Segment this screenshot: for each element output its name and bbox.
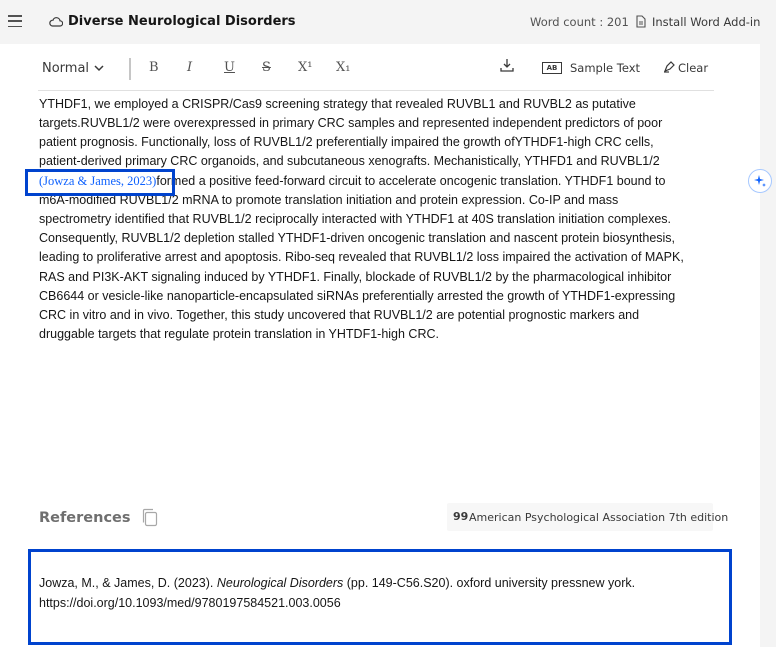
paragraph-style-select[interactable]: Normal bbox=[42, 61, 89, 76]
editor-line: CRC in vitro and in vivo. Together, this… bbox=[39, 308, 640, 322]
subscript-button[interactable]: X₁ bbox=[336, 60, 350, 75]
toolbar-divider bbox=[129, 58, 131, 80]
word-document-icon bbox=[636, 15, 646, 28]
citation-style-label: American Psychological Association 7th e… bbox=[469, 511, 729, 524]
reference-entry[interactable]: Jowza, M., & James, D. (2023). Neurologi… bbox=[39, 574, 729, 613]
sample-text-icon[interactable]: AB bbox=[542, 62, 562, 74]
reference-book-title: Neurological Disorders bbox=[216, 576, 344, 590]
editor-line: RAS and PI3K-AKT signaling induced by YT… bbox=[39, 270, 672, 284]
cloud-icon bbox=[49, 17, 63, 27]
editor-line: patient prognosis. Functionally, loss of… bbox=[39, 135, 654, 149]
sample-text-button[interactable]: Sample Text bbox=[570, 61, 640, 75]
editor-line: YTHDF1, we employed a CRISPR/Cas9 screen… bbox=[39, 97, 636, 111]
editor-line: spectrometry identified that RUVBL1/2 re… bbox=[39, 212, 672, 226]
editor-line: Consequently, RUVBL1/2 depletion stalled… bbox=[39, 231, 676, 245]
strikethrough-button[interactable]: S bbox=[262, 60, 271, 75]
ai-assistant-button[interactable] bbox=[748, 169, 772, 193]
editor-line: targets.RUVBL1/2 were overexpressed in p… bbox=[39, 116, 663, 130]
clear-button[interactable]: Clear bbox=[678, 61, 708, 75]
reference-line-1: Jowza, M., & James, D. (2023). Neurologi… bbox=[39, 574, 729, 594]
word-count: Word count : 201 bbox=[530, 15, 629, 29]
hamburger-icon[interactable] bbox=[8, 15, 22, 27]
citation-style-selector[interactable]: 99 American Psychological Association 7t… bbox=[447, 503, 728, 531]
references-heading: References bbox=[39, 510, 131, 526]
quote-icon: 99 bbox=[453, 510, 469, 523]
top-bar: Diverse Neurological Disorders Word coun… bbox=[0, 0, 776, 44]
download-icon[interactable] bbox=[499, 58, 515, 74]
bold-button[interactable]: B bbox=[149, 60, 159, 75]
underline-button[interactable]: U bbox=[224, 60, 235, 75]
reference-authors: Jowza, M., & James, D. (2023). bbox=[39, 576, 217, 590]
editor-line: leading to proliferative arrest and apop… bbox=[39, 250, 684, 264]
install-addin-button[interactable]: Install Word Add-in bbox=[652, 15, 760, 29]
editor-line: druggable targets that regulate protein … bbox=[39, 327, 439, 341]
sparkle-icon bbox=[754, 175, 766, 187]
eraser-icon[interactable] bbox=[663, 61, 675, 73]
citation-highlight bbox=[25, 169, 175, 196]
document-editor[interactable]: YTHDF1, we employed a CRISPR/Cas9 screen… bbox=[39, 93, 719, 343]
copy-icon[interactable] bbox=[141, 508, 159, 527]
editor-line: CB6644 or vesicle-like nanoparticle-enca… bbox=[39, 289, 676, 303]
document-title: Diverse Neurological Disorders bbox=[68, 14, 296, 29]
editor-line: formed a positive feed-forward circuit t… bbox=[156, 174, 666, 188]
reference-doi[interactable]: https://doi.org/10.1093/med/978019758452… bbox=[39, 594, 729, 614]
superscript-button[interactable]: X¹ bbox=[298, 60, 312, 75]
chevron-down-icon[interactable] bbox=[94, 64, 104, 72]
right-gutter bbox=[760, 44, 776, 647]
toolbar-divider-line bbox=[38, 90, 714, 91]
italic-button[interactable]: I bbox=[187, 60, 192, 75]
reference-details: (pp. 149-C56.S20). oxford university pre… bbox=[343, 576, 636, 590]
